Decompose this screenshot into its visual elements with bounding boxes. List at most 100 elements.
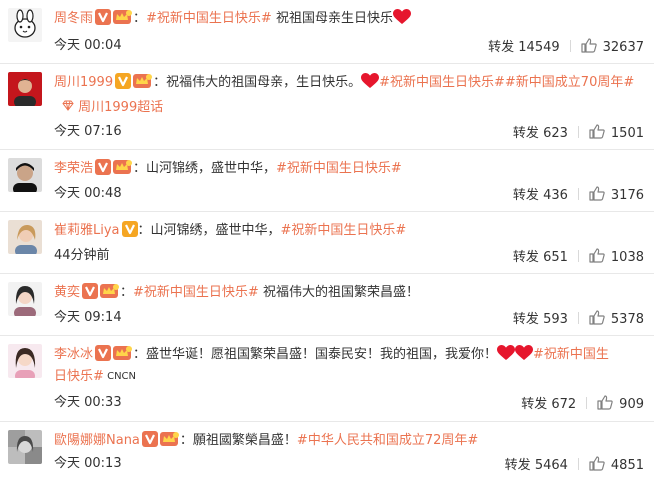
username-link[interactable]: 周川1999: [54, 75, 113, 90]
comment-body-text: ：祝福伟大的祖国母亲，生日快乐。: [153, 75, 362, 90]
avatar[interactable]: [8, 220, 42, 254]
comment-text: 崔莉雅Liya ：山河锦绣，盛世中华，#祝新中国生日快乐#: [54, 221, 646, 241]
thumbs-up-icon: [589, 124, 605, 144]
forward-button[interactable]: 转发 623: [513, 126, 568, 141]
comment-time: 今天 00:33: [54, 395, 122, 410]
forward-button[interactable]: 转发 436: [513, 188, 568, 203]
like-count: 1501: [610, 126, 644, 141]
vip-crown-icon: [133, 73, 153, 89]
comment-item: 崔莉雅Liya ：山河锦绣，盛世中华，#祝新中国生日快乐# 44分钟前 转发 65…: [0, 212, 654, 274]
avatar[interactable]: [8, 344, 42, 378]
forward-button[interactable]: 转发 5464: [505, 458, 568, 473]
stats: 转发 623 1501: [513, 124, 644, 144]
hashtag-link[interactable]: #祝新中国生日快乐#: [281, 223, 407, 238]
verified-v-icon: [95, 9, 112, 25]
forward-count: 672: [551, 397, 577, 412]
hashtag-link[interactable]: #祝新中国生日快乐#: [379, 75, 505, 90]
hashtag-link[interactable]: #中华人民共和国成立72周年#: [297, 433, 478, 448]
like-button[interactable]: 32637: [581, 38, 644, 55]
supertopic-link[interactable]: 周川1999超话: [62, 99, 163, 117]
hashtag-link[interactable]: #祝新中国生日快乐#: [146, 11, 272, 26]
like-count: 5378: [610, 312, 644, 327]
comment-time: 今天 00:13: [54, 456, 122, 471]
forward-label: 转发: [512, 126, 539, 141]
stats: 转发 651 1038: [513, 248, 644, 268]
comment-text: 李荣浩 ：山河锦绣，盛世中华，#祝新中国生日快乐#: [54, 159, 646, 179]
heart-icon: [497, 345, 516, 368]
like-button[interactable]: 1038: [589, 248, 644, 268]
comment-item: 李荣浩 ：山河锦绣，盛世中华，#祝新中国生日快乐# 今天 00:48 转发 436…: [0, 150, 654, 212]
heart-icon: [392, 9, 411, 32]
forward-count: 14549: [518, 40, 560, 55]
stats: 转发 5464 4851: [505, 456, 644, 476]
verified-v-icon: [82, 283, 99, 299]
divider: [586, 397, 588, 409]
forward-label: 转发: [512, 250, 539, 265]
verified-v-icon-gold: [115, 73, 132, 89]
forward-count: 651: [543, 250, 568, 265]
thumbs-up-icon: [589, 248, 605, 268]
like-button[interactable]: 4851: [589, 456, 644, 476]
forward-label: 转发: [512, 312, 539, 327]
username-link[interactable]: 周冬雨: [54, 11, 93, 26]
comment-text: 黄奕 ：#祝新中国生日快乐# 祝福伟大的祖国繁荣昌盛！: [54, 283, 646, 303]
like-button[interactable]: 1501: [589, 124, 644, 144]
forward-button[interactable]: 转发 651: [513, 250, 568, 265]
stats: 转发 436 3176: [513, 186, 644, 206]
hashtag-link[interactable]: #新中国成立70周年#: [505, 75, 634, 90]
forward-count: 593: [543, 312, 568, 327]
hashtag-link[interactable]: #祝新中国生日快乐#: [276, 161, 402, 176]
vip-crown-icon: [113, 159, 133, 175]
comment-item: 黄奕 ：#祝新中国生日快乐# 祝福伟大的祖国繁荣昌盛！ 今天 09:14 转发 5…: [0, 274, 654, 336]
heart-icon: [361, 73, 380, 96]
avatar[interactable]: [8, 158, 42, 192]
avatar[interactable]: [8, 282, 42, 316]
comment-text: 周川1999 ：祝福伟大的祖国母亲，生日快乐。 #祝新中国生日快乐##新中国成立70…: [54, 73, 646, 96]
comment-body-text: 祝福伟大的祖国繁荣昌盛！: [258, 285, 419, 300]
source-label: CNCN: [103, 371, 137, 382]
verified-v-icon: [95, 345, 112, 361]
divider: [569, 40, 571, 52]
hashtag-link[interactable]: #祝新中国生日快乐#: [133, 285, 259, 300]
comment-body-text: ：: [133, 11, 147, 26]
username-link[interactable]: 李冰冰: [54, 347, 93, 362]
username-link[interactable]: 李荣浩: [54, 161, 93, 176]
hashtag-link[interactable]: 日快乐#: [54, 369, 104, 384]
hashtag-link[interactable]: #祝新中国生: [533, 347, 609, 362]
divider: [577, 458, 579, 470]
thumbs-up-icon: [589, 456, 605, 476]
like-count: 4851: [610, 458, 644, 473]
comment-text-continued: 日快乐# CNCN: [54, 367, 136, 387]
forward-label: 转发: [521, 397, 548, 412]
comment-time: 今天 00:04: [54, 38, 122, 53]
forward-count: 436: [543, 188, 568, 203]
forward-count: 5464: [534, 458, 568, 473]
comment-body-text: ：盛世华诞！愿祖国繁荣昌盛！国泰民安！我的祖国，我爱你！: [133, 347, 498, 362]
like-button[interactable]: 5378: [589, 310, 644, 327]
divider: [577, 250, 579, 262]
avatar[interactable]: [8, 430, 42, 464]
diamond-icon: [62, 100, 74, 115]
like-button[interactable]: 909: [597, 395, 644, 412]
avatar[interactable]: [8, 72, 42, 106]
username-link[interactable]: 黄奕: [54, 285, 80, 300]
like-count: 32637: [602, 40, 644, 55]
forward-label: 转发: [488, 40, 515, 55]
forward-button[interactable]: 转发 14549: [488, 40, 560, 55]
avatar[interactable]: [8, 8, 42, 42]
heart-icon: [515, 345, 534, 368]
comment-text: 歐陽娜娜Nana ：願祖國繁榮昌盛！#中华人民共和国成立72周年#: [54, 431, 646, 451]
comment-body-text: ：山河锦绣，盛世中华，: [133, 161, 277, 176]
vip-crown-icon: [113, 9, 133, 25]
forward-label: 转发: [512, 188, 539, 203]
stats: 转发 672 909: [521, 395, 644, 415]
forward-button[interactable]: 转发 593: [513, 312, 568, 327]
forward-button[interactable]: 转发 672: [521, 397, 576, 412]
comment-item: 周冬雨 ：#祝新中国生日快乐# 祝祖国母亲生日快乐 今天 00:04 转发 145…: [0, 0, 654, 64]
comment-body-text: ：願祖國繁榮昌盛！: [179, 433, 297, 448]
username-link[interactable]: 歐陽娜娜Nana: [54, 433, 140, 448]
username-link[interactable]: 崔莉雅Liya: [54, 223, 120, 238]
like-count: 909: [619, 397, 644, 412]
comment-feed: 周冬雨 ：#祝新中国生日快乐# 祝祖国母亲生日快乐 今天 00:04 转发 145…: [0, 0, 654, 477]
like-button[interactable]: 3176: [589, 186, 644, 203]
